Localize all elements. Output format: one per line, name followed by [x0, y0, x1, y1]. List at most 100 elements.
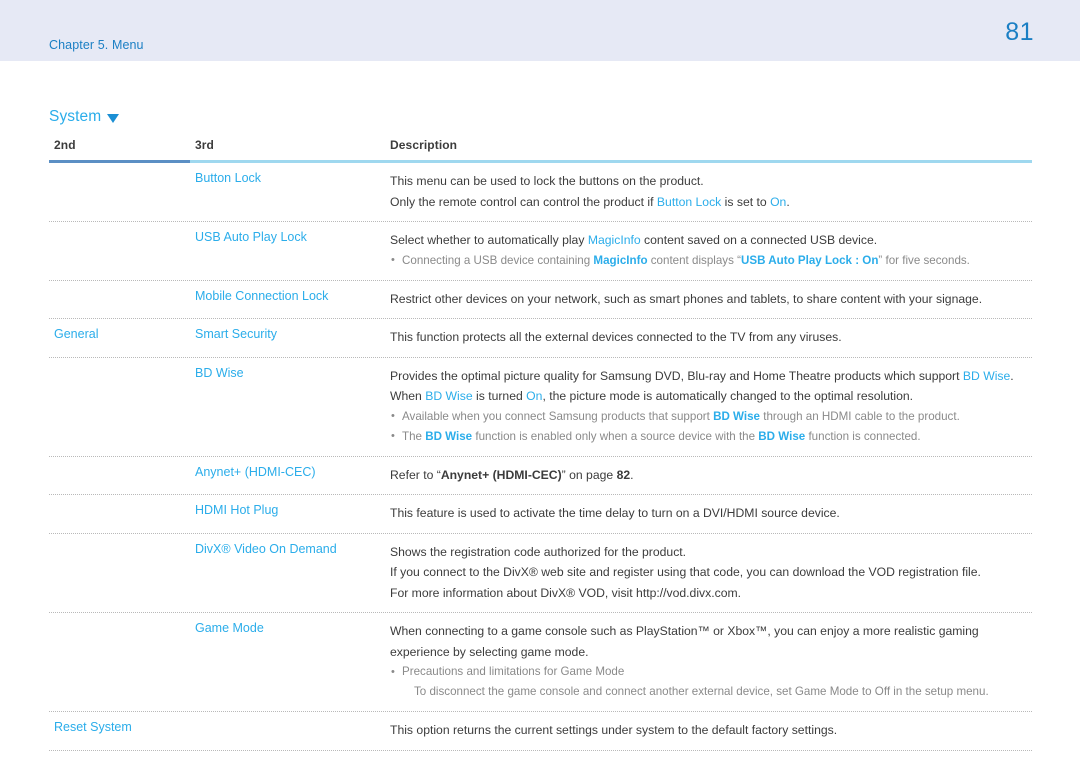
inline-text: . — [1010, 368, 1014, 383]
table-row: Reset System This option returns the curr… — [49, 712, 1032, 751]
inline-text: The — [402, 429, 426, 443]
inline-text: When connecting to a game console such a… — [390, 624, 979, 638]
inline-text: Only the remote control can control the … — [390, 194, 657, 209]
section-title: System — [49, 108, 102, 125]
cell-second-level — [49, 534, 190, 613]
inline-text: For more information about DivX® VOD, vi… — [390, 585, 742, 600]
description-line: This option returns the current settings… — [390, 720, 1028, 741]
inline-text: is set to — [721, 194, 771, 209]
cell-description: Provides the optimal picture quality for… — [385, 358, 1032, 456]
inline-text: Available when you connect Samsung produ… — [402, 409, 714, 423]
description-line: experience by selecting game mode. — [390, 642, 1028, 663]
table-row: DivX® Video On Demand Shows the registrat… — [49, 534, 1032, 613]
cell-second-level — [49, 613, 190, 711]
table-row: Game Mode When connecting to a game conso… — [49, 613, 1032, 712]
cell-second-level — [49, 163, 190, 221]
cell-description: This function protects all the external … — [385, 319, 1032, 357]
inline-text: This feature is used to activate the tim… — [390, 506, 840, 520]
table-row: Anynet+ (HDMI-CEC) Refer to “Anynet+ (HDM… — [49, 457, 1032, 495]
inline-text: If you connect to the DivX® web site and… — [390, 565, 981, 579]
cell-second-level[interactable]: Reset System — [49, 712, 385, 750]
description-subnote: To disconnect the game console and conne… — [390, 682, 1028, 702]
description-line: If you connect to the DivX® web site and… — [390, 562, 1028, 583]
inline-text: content saved on a connected USB device. — [640, 233, 878, 247]
description-line: Select whether to automatically play Mag… — [390, 230, 1028, 251]
cell-description: When connecting to a game console such a… — [385, 613, 1032, 711]
description-line: Shows the registration code authorized f… — [390, 542, 1028, 563]
inline-menu-reference: BD Wise — [425, 389, 473, 403]
cell-third-level[interactable]: Anynet+ (HDMI-CEC) — [190, 457, 385, 495]
inline-menu-reference: MagicInfo — [587, 233, 641, 247]
inline-menu-reference: BD Wise — [425, 429, 473, 443]
inline-menu-reference: USB Auto Play Lock : On — [740, 253, 879, 267]
inline-text: function is connected. — [805, 429, 921, 443]
column-header-description: Description — [390, 138, 458, 152]
inline-text: This menu can be used to lock the button… — [390, 174, 704, 188]
cell-second-level — [49, 281, 190, 319]
description-line: Refer to “Anynet+ (HDMI-CEC)” on page 82… — [390, 465, 1028, 486]
inline-text: 82 — [616, 467, 631, 482]
cell-second-level — [49, 495, 190, 533]
cell-description: Select whether to automatically play Mag… — [385, 222, 1032, 280]
inline-text: ” for five seconds. — [878, 253, 970, 267]
cell-third-level[interactable]: HDMI Hot Plug — [190, 495, 385, 533]
cell-description: This feature is used to activate the tim… — [385, 495, 1032, 533]
chapter-label: Chapter 5. Menu — [49, 38, 144, 52]
inline-text: ” on page — [561, 467, 617, 482]
description-line: Provides the optimal picture quality for… — [390, 366, 1028, 387]
description-line: Restrict other devices on your network, … — [390, 289, 1028, 310]
cell-description: Shows the registration code authorized f… — [385, 534, 1032, 613]
inline-menu-reference: BD Wise — [713, 409, 761, 423]
cell-description: Restrict other devices on your network, … — [385, 281, 1032, 319]
inline-text: Select whether to automatically play — [390, 233, 588, 247]
inline-menu-reference: On — [770, 194, 787, 209]
cell-third-level[interactable]: BD Wise — [190, 358, 385, 456]
inline-text: Anynet+ (HDMI-CEC) — [440, 467, 562, 482]
table-body: Button Lock This menu can be used to lock… — [49, 163, 1032, 751]
inline-menu-reference: Button Lock — [656, 194, 722, 209]
description-line: This menu can be used to lock the button… — [390, 171, 1028, 192]
inline-text: To disconnect the game console and conne… — [414, 685, 989, 698]
description-bullet: The BD Wise function is enabled only whe… — [390, 426, 1028, 447]
cell-description: Refer to “Anynet+ (HDMI-CEC)” on page 82… — [385, 457, 1032, 495]
cell-third-level[interactable]: Smart Security — [190, 319, 385, 357]
column-header-3rd: 3rd — [195, 138, 214, 152]
description-line: For more information about DivX® VOD, vi… — [390, 583, 1028, 604]
cell-second-level — [49, 358, 190, 456]
inline-menu-reference: BD Wise — [962, 368, 1011, 383]
inline-text: This option returns the current settings… — [390, 723, 838, 737]
inline-text: experience by selecting game mode. — [390, 644, 589, 659]
cell-third-level[interactable]: Game Mode — [190, 613, 385, 711]
table-header-row: 2nd 3rd Description — [49, 138, 1032, 160]
cell-second-level[interactable]: General — [49, 319, 190, 357]
cell-third-level[interactable]: DivX® Video On Demand — [190, 534, 385, 613]
cell-description: This option returns the current settings… — [385, 712, 1032, 750]
inline-text: Provides the optimal picture quality for… — [390, 368, 963, 383]
inline-text: is turned — [472, 389, 527, 403]
inline-text: content displays “ — [647, 253, 741, 267]
description-line: When connecting to a game console such a… — [390, 621, 1028, 642]
table-row: HDMI Hot Plug This feature is used to act… — [49, 495, 1032, 534]
description-bullet: Precautions and limitations for Game Mod… — [390, 662, 1028, 682]
cell-third-level[interactable]: USB Auto Play Lock — [190, 222, 385, 280]
column-header-2nd: 2nd — [54, 138, 76, 152]
cell-third-level[interactable]: Button Lock — [190, 163, 385, 221]
inline-text: Restrict other devices on your network, … — [390, 291, 983, 306]
inline-text: When — [390, 389, 426, 403]
inline-text: , the picture mode is automatically chan… — [542, 389, 914, 403]
inline-text: . — [786, 194, 790, 209]
description-line: This function protects all the external … — [390, 327, 1028, 348]
caret-down-icon[interactable] — [107, 114, 120, 123]
description-line: This feature is used to activate the tim… — [390, 503, 1028, 524]
section-heading[interactable]: System — [49, 108, 120, 126]
inline-text: Precautions and limitations for Game Mod… — [402, 665, 625, 678]
inline-text: through an HDMI cable to the product. — [760, 409, 960, 423]
inline-text: . — [630, 467, 634, 482]
page-header-band: Chapter 5. Menu 81 — [0, 0, 1080, 61]
inline-text: Connecting a USB device containing — [402, 253, 594, 267]
cell-third-level[interactable]: Mobile Connection Lock — [190, 281, 385, 319]
inline-text: Shows the registration code authorized f… — [390, 544, 687, 559]
table-row: USB Auto Play Lock Select whether to auto… — [49, 222, 1032, 281]
description-line: When BD Wise is turned On, the picture m… — [390, 386, 1028, 407]
table-row: Button Lock This menu can be used to lock… — [49, 163, 1032, 222]
